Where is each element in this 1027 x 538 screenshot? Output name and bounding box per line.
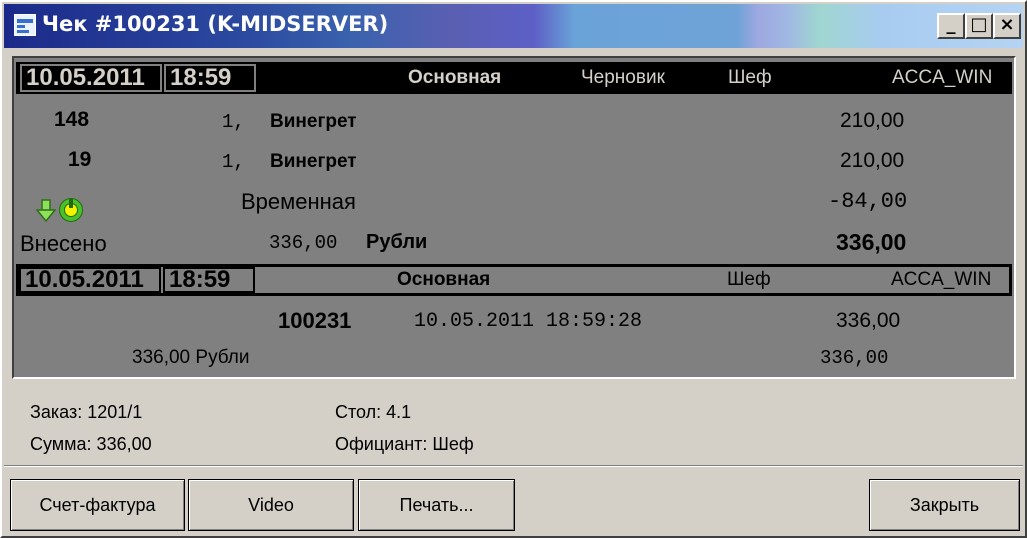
item-amount: 210,00 (840, 149, 905, 172)
item-name: Винегрет (270, 111, 357, 132)
close-window-button[interactable]: × (993, 13, 1021, 39)
check-amount: 336,00 (836, 309, 901, 332)
header-date: 10.05.2011 (20, 64, 162, 92)
sum-info: Сумма: 336,00 (30, 434, 152, 454)
close-button[interactable]: Закрыть (869, 479, 1020, 531)
header-waiter: Шеф (727, 269, 771, 290)
receipt-content[interactable]: 10.05.2011 18:59 Основная Черновик Шеф A… (12, 56, 1016, 379)
receipt-header-draft[interactable]: 10.05.2011 18:59 Основная Черновик Шеф A… (16, 62, 1012, 94)
discount-name: Временная (241, 189, 356, 214)
item-qty: 1, (222, 111, 245, 133)
header-host: ACCA_WIN (891, 269, 992, 290)
header-section: Основная (397, 269, 491, 290)
header-state: Черновик (581, 67, 665, 88)
payment-value: 336,00 (269, 232, 338, 254)
header-section: Основная (408, 67, 502, 88)
power-icon (59, 198, 83, 222)
header-time: 18:59 (164, 64, 256, 92)
header-time: 18:59 (163, 267, 255, 293)
waiter-info: Официант: Шеф (335, 434, 474, 454)
item-code: 19 (68, 148, 92, 171)
discount-amount: -84,00 (828, 189, 908, 214)
separator (4, 465, 1023, 467)
header-waiter: Шеф (728, 67, 772, 88)
invoice-button[interactable]: Счет-фактура (10, 479, 185, 531)
item-qty: 1, (222, 151, 245, 173)
maximize-button[interactable]: □ (965, 13, 993, 39)
payment-currency: Рубли (366, 231, 428, 253)
header-date: 10.05.2011 (19, 267, 161, 293)
item-code: 148 (54, 108, 90, 131)
footer-value: 336,00 Рубли (132, 347, 250, 368)
title-bar[interactable]: Чек #100231 (K-MIDSERVER) _ □ × (4, 4, 1023, 48)
table-info: Стол: 4.1 (335, 402, 412, 422)
payment-total: 336,00 (836, 229, 907, 255)
receipt-header-closed[interactable]: 10.05.2011 18:59 Основная Шеф ACCA_WIN (16, 264, 1012, 296)
footer-total: 336,00 (820, 347, 889, 369)
check-number: 100231 (278, 308, 352, 333)
maximize-icon: □ (970, 14, 988, 35)
arrow-down-icon (36, 199, 56, 223)
header-host: ACCA_WIN (892, 67, 993, 88)
minimize-icon: _ (946, 14, 956, 35)
receipt-window: Чек #100231 (K-MIDSERVER) _ □ × 10.05.20… (0, 0, 1027, 538)
payment-label: Внесено (20, 231, 107, 256)
close-icon: × (999, 14, 1015, 35)
check-datetime: 10.05.2011 18:59:28 (414, 310, 643, 333)
document-icon[interactable] (14, 14, 36, 36)
order-info: Заказ: 1201/1 (30, 402, 143, 422)
window-title: Чек #100231 (K-MIDSERVER) (42, 12, 389, 36)
item-name: Винегрет (270, 151, 357, 172)
minimize-button[interactable]: _ (937, 13, 965, 39)
video-button[interactable]: Video (188, 479, 354, 531)
print-button[interactable]: Печать... (358, 479, 515, 531)
item-amount: 210,00 (840, 109, 905, 132)
